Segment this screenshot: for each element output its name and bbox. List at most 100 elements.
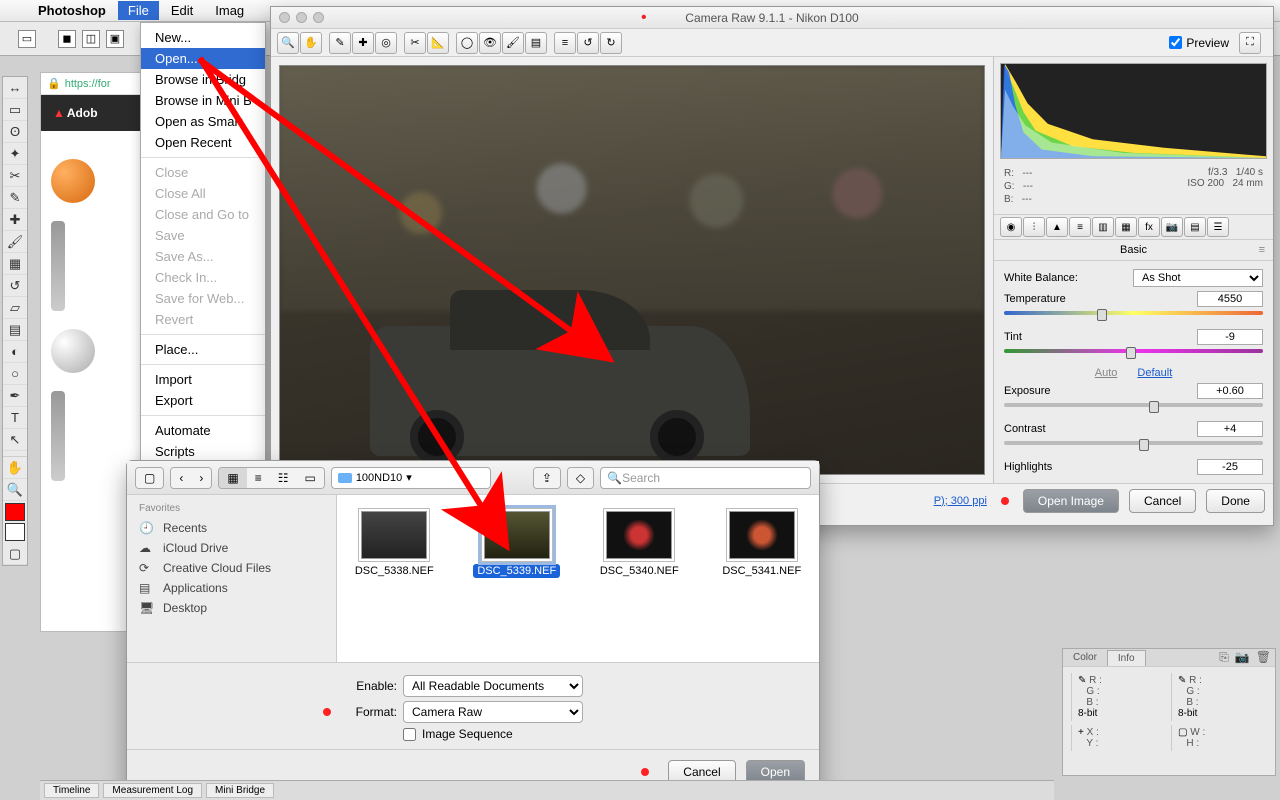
auto-link[interactable]: Auto xyxy=(1095,367,1118,379)
timeline-tab[interactable]: Timeline xyxy=(44,783,99,798)
contrast-slider[interactable] xyxy=(1004,441,1263,451)
menu-item-scripts[interactable]: Scripts xyxy=(141,441,265,462)
menu-image[interactable]: Imag xyxy=(205,1,254,20)
snapshots-tab-icon[interactable]: ☰ xyxy=(1207,217,1229,237)
mode-icon-2[interactable]: ◫ xyxy=(82,30,100,48)
menu-item-close-all[interactable]: Close All xyxy=(141,183,265,204)
wand-tool-icon[interactable]: ✦ xyxy=(3,143,27,165)
quickmask-icon[interactable]: ▢ xyxy=(3,543,27,565)
gradient-icon[interactable]: ▤ xyxy=(525,32,547,54)
list-icon[interactable]: ≡ xyxy=(554,32,576,54)
pen-tool-icon[interactable]: ✒ xyxy=(3,385,27,407)
forward-button[interactable]: › xyxy=(191,468,211,488)
slider-2[interactable] xyxy=(51,391,65,481)
history-brush-icon[interactable]: ↺ xyxy=(3,275,27,297)
wb-tool-icon[interactable]: ✎ xyxy=(329,32,351,54)
rotate-cw-icon[interactable]: ↻ xyxy=(600,32,622,54)
sidebar-toggle-icon[interactable]: ▢ xyxy=(136,468,163,488)
crop-tool-icon[interactable]: ✂ xyxy=(404,32,426,54)
preview-image[interactable] xyxy=(279,65,985,475)
gradient-tool-icon[interactable]: ▤ xyxy=(3,319,27,341)
menu-item-close-and-go-to[interactable]: Close and Go to xyxy=(141,204,265,225)
wb-select[interactable]: As Shot xyxy=(1133,269,1263,287)
link-icon[interactable]: ⎘ xyxy=(1219,650,1229,665)
basic-tab-icon[interactable]: ◉ xyxy=(1000,217,1022,237)
format-select[interactable]: Camera Raw xyxy=(403,701,583,723)
sidebar-item-desktop[interactable]: 🖥Desktop xyxy=(139,598,324,618)
rotate-ccw-icon[interactable]: ↺ xyxy=(577,32,599,54)
fullscreen-icon[interactable]: ⛶ xyxy=(1239,32,1261,54)
hand-tool-icon[interactable]: ✋ xyxy=(300,32,322,54)
done-button[interactable]: Done xyxy=(1206,489,1265,513)
menu-item-close[interactable]: Close xyxy=(141,162,265,183)
stamp-tool-icon[interactable]: ▦ xyxy=(3,253,27,275)
search-input[interactable]: 🔍 Search xyxy=(600,467,811,489)
column-view-button[interactable]: ☷ xyxy=(270,468,297,488)
close-icon[interactable] xyxy=(279,12,290,23)
hand-tool-icon[interactable]: ✋ xyxy=(3,457,27,479)
menu-file[interactable]: File xyxy=(118,1,159,20)
slider-1[interactable] xyxy=(51,221,65,311)
menu-item-open-as-smart[interactable]: Open as Smart xyxy=(141,111,265,132)
eyedropper-tool-icon[interactable]: ✎ xyxy=(3,187,27,209)
workflow-link[interactable]: P); 300 ppi xyxy=(934,495,987,507)
menu-item-export[interactable]: Export xyxy=(141,390,265,411)
tags-icon[interactable]: ◇ xyxy=(568,468,593,488)
marquee-tool-icon[interactable]: ▭ xyxy=(3,99,27,121)
path-tool-icon[interactable]: ↖ xyxy=(3,429,27,451)
mode-icon-1[interactable]: ◼ xyxy=(58,30,76,48)
menu-item-revert[interactable]: Revert xyxy=(141,309,265,330)
brush-tool-icon[interactable]: 🖌 xyxy=(3,231,27,253)
sidebar-item-recents[interactable]: 🕘Recents xyxy=(139,518,324,538)
sidebar-item-applications[interactable]: ▤Applications xyxy=(139,578,324,598)
menu-edit[interactable]: Edit xyxy=(161,1,203,20)
zoom-icon[interactable] xyxy=(313,12,324,23)
exposure-slider[interactable] xyxy=(1004,403,1263,413)
menu-item-save-for-web-[interactable]: Save for Web... xyxy=(141,288,265,309)
target-adjust-icon[interactable]: ◎ xyxy=(375,32,397,54)
lasso-tool-icon[interactable]: ʘ xyxy=(3,121,27,143)
color-tab[interactable]: Color xyxy=(1063,650,1107,665)
menu-item-new-[interactable]: New... xyxy=(141,27,265,48)
curve-tab-icon[interactable]: ⫶ xyxy=(1023,217,1045,237)
temperature-slider[interactable] xyxy=(1004,311,1263,321)
back-button[interactable]: ‹ xyxy=(171,468,191,488)
minimize-icon[interactable] xyxy=(296,12,307,23)
path-selector[interactable]: 100ND10 ▾ xyxy=(331,467,491,489)
adjust-brush-icon[interactable]: 🖌 xyxy=(502,32,524,54)
eraser-tool-icon[interactable]: ▱ xyxy=(3,297,27,319)
fx-tab-icon[interactable]: fx xyxy=(1138,217,1160,237)
file-item[interactable]: DSC_5338.NEF xyxy=(347,511,442,577)
redeye-icon[interactable]: 👁 xyxy=(479,32,501,54)
zoom-tool-icon[interactable]: 🔍 xyxy=(3,479,27,501)
cancel-button[interactable]: Cancel xyxy=(1129,489,1196,513)
detail-tab-icon[interactable]: ▲ xyxy=(1046,217,1068,237)
list-view-button[interactable]: ≡ xyxy=(247,468,270,488)
exposure-value[interactable]: +0.60 xyxy=(1197,383,1263,399)
default-link[interactable]: Default xyxy=(1137,367,1172,379)
image-sequence-checkbox[interactable] xyxy=(403,728,416,741)
gallery-view-button[interactable]: ▭ xyxy=(296,468,323,488)
menu-item-open-[interactable]: Open... xyxy=(141,48,265,69)
menu-item-save-as-[interactable]: Save As... xyxy=(141,246,265,267)
info-tab[interactable]: Info xyxy=(1107,650,1146,666)
menu-item-open-recent[interactable]: Open Recent xyxy=(141,132,265,153)
enable-select[interactable]: All Readable Documents xyxy=(403,675,583,697)
straighten-icon[interactable]: 📐 xyxy=(427,32,449,54)
app-name[interactable]: Photoshop xyxy=(28,1,116,20)
hsl-tab-icon[interactable]: ≡ xyxy=(1069,217,1091,237)
zoom-tool-icon[interactable]: 🔍 xyxy=(277,32,299,54)
camera-tab-icon[interactable]: 📷 xyxy=(1161,217,1183,237)
blur-tool-icon[interactable]: ◐ xyxy=(3,341,27,363)
camera-icon[interactable]: 📷 xyxy=(1235,650,1250,665)
presets-tab-icon[interactable]: ▤ xyxy=(1184,217,1206,237)
menu-item-browse-in-mini-b[interactable]: Browse in Mini B xyxy=(141,90,265,111)
file-item[interactable]: DSC_5340.NEF xyxy=(592,511,687,577)
move-tool-icon[interactable]: ↔ xyxy=(3,77,27,99)
marquee-icon[interactable]: ▭ xyxy=(18,30,36,48)
minibridge-tab[interactable]: Mini Bridge xyxy=(206,783,274,798)
highlights-value[interactable]: -25 xyxy=(1197,459,1263,475)
heal-tool-icon[interactable]: ✚ xyxy=(3,209,27,231)
preview-checkbox[interactable] xyxy=(1169,36,1182,49)
type-tool-icon[interactable]: T xyxy=(3,407,27,429)
